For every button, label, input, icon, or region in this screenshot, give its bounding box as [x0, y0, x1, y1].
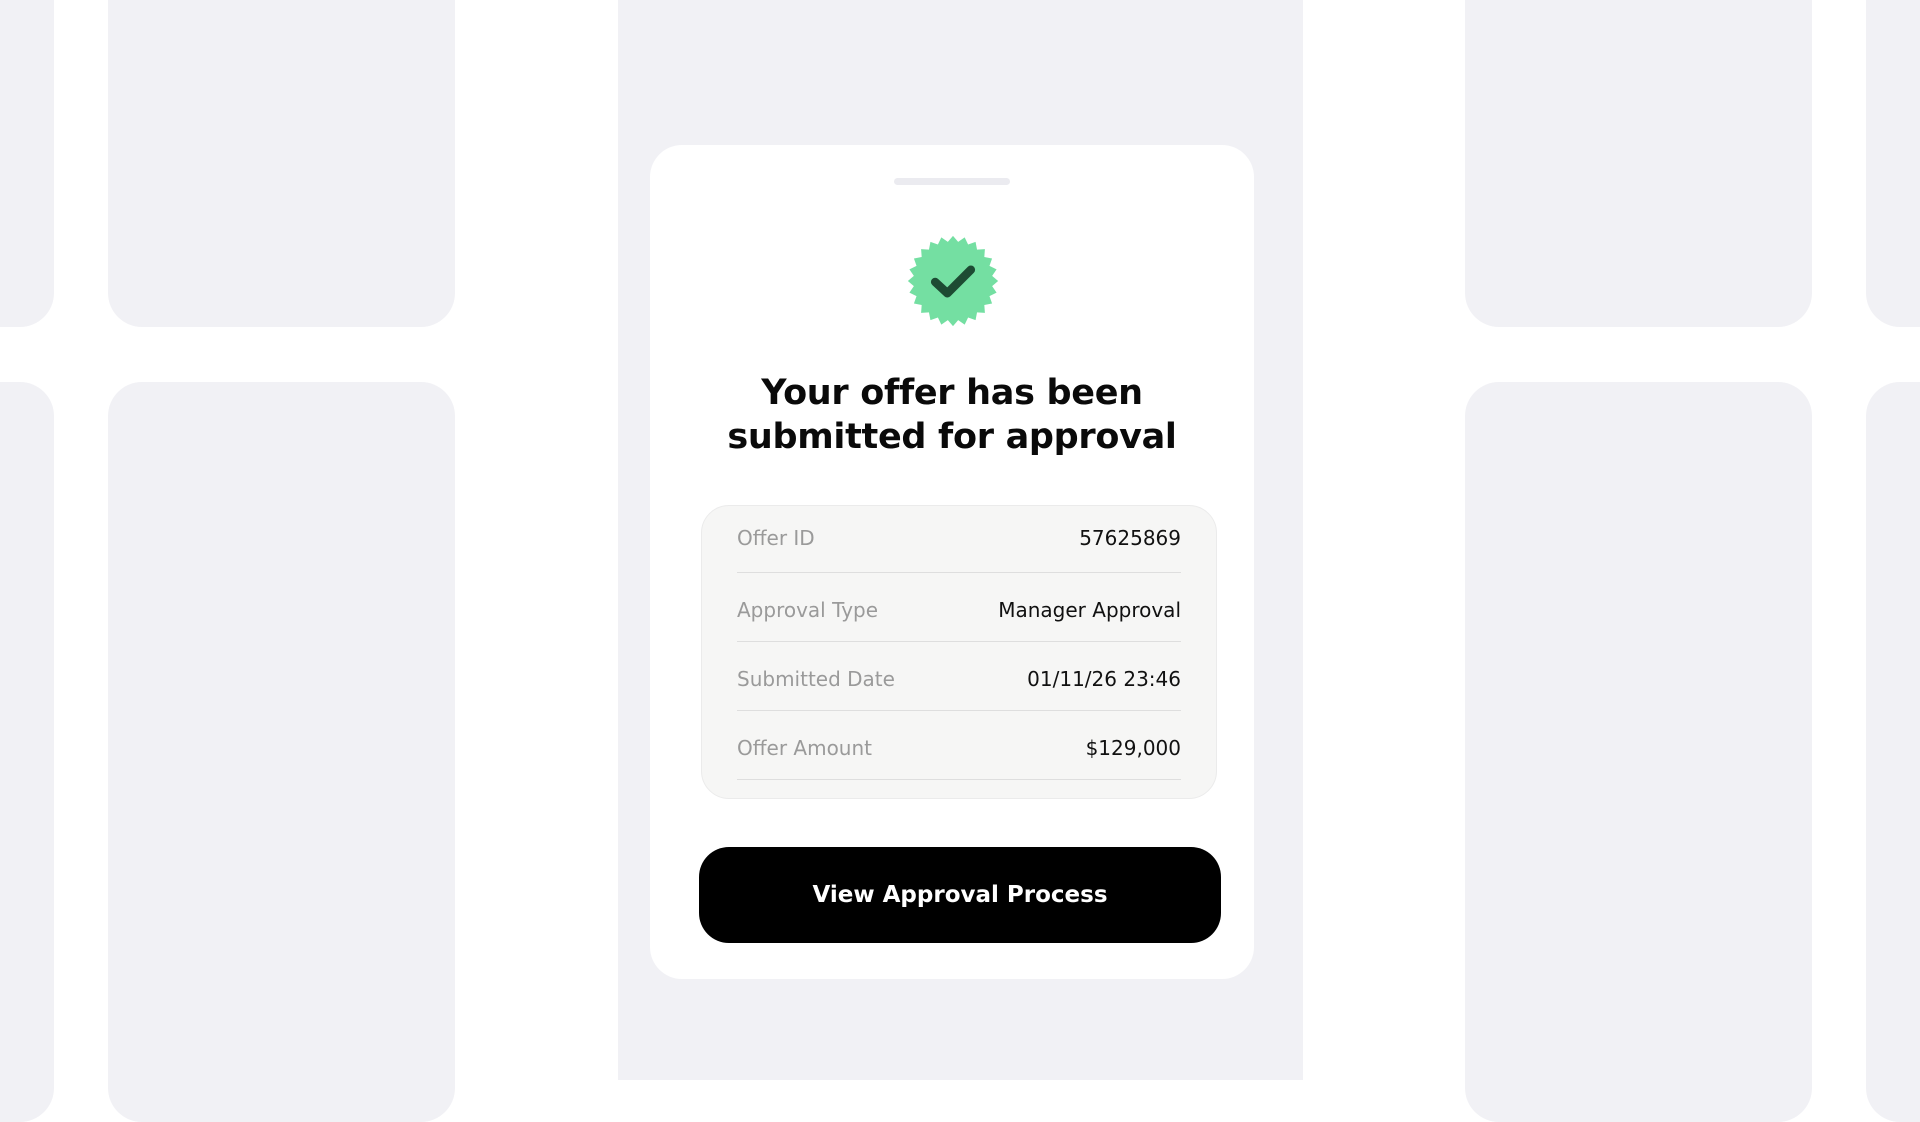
detail-row-approval-type: Approval Type Manager Approval [737, 573, 1181, 642]
background-tile [1866, 382, 1920, 1122]
background-tile [1465, 0, 1812, 327]
view-approval-process-button[interactable]: View Approval Process [699, 847, 1221, 943]
drag-handle[interactable] [894, 178, 1010, 185]
detail-row-offer-id: Offer ID 57625869 [737, 506, 1181, 573]
detail-row-submitted-date: Submitted Date 01/11/26 23:46 [737, 642, 1181, 711]
offer-id-label: Offer ID [737, 526, 815, 550]
offer-details-panel: Offer ID 57625869 Approval Type Manager … [701, 505, 1217, 799]
background-tile [0, 382, 54, 1122]
approval-type-value: Manager Approval [998, 598, 1181, 622]
offer-id-value: 57625869 [1079, 526, 1181, 550]
approval-type-label: Approval Type [737, 598, 879, 622]
background-tile [1465, 382, 1812, 1122]
approval-confirmation-card: Your offer has been submitted for approv… [650, 145, 1254, 979]
background-tile [108, 382, 455, 1122]
verified-check-badge-icon [907, 235, 999, 327]
offer-amount-label: Offer Amount [737, 736, 872, 760]
submitted-date-label: Submitted Date [737, 667, 895, 691]
confirmation-title: Your offer has been submitted for approv… [727, 373, 1177, 457]
background-tile [0, 0, 54, 327]
detail-row-offer-amount: Offer Amount $129,000 [737, 711, 1181, 780]
submitted-date-value: 01/11/26 23:46 [1027, 667, 1181, 691]
background-tile [108, 0, 455, 327]
background-tile [1866, 0, 1920, 327]
badge-starburst [907, 235, 999, 327]
verified-check-badge-icon [906, 234, 1000, 328]
offer-amount-value: $129,000 [1085, 736, 1181, 760]
